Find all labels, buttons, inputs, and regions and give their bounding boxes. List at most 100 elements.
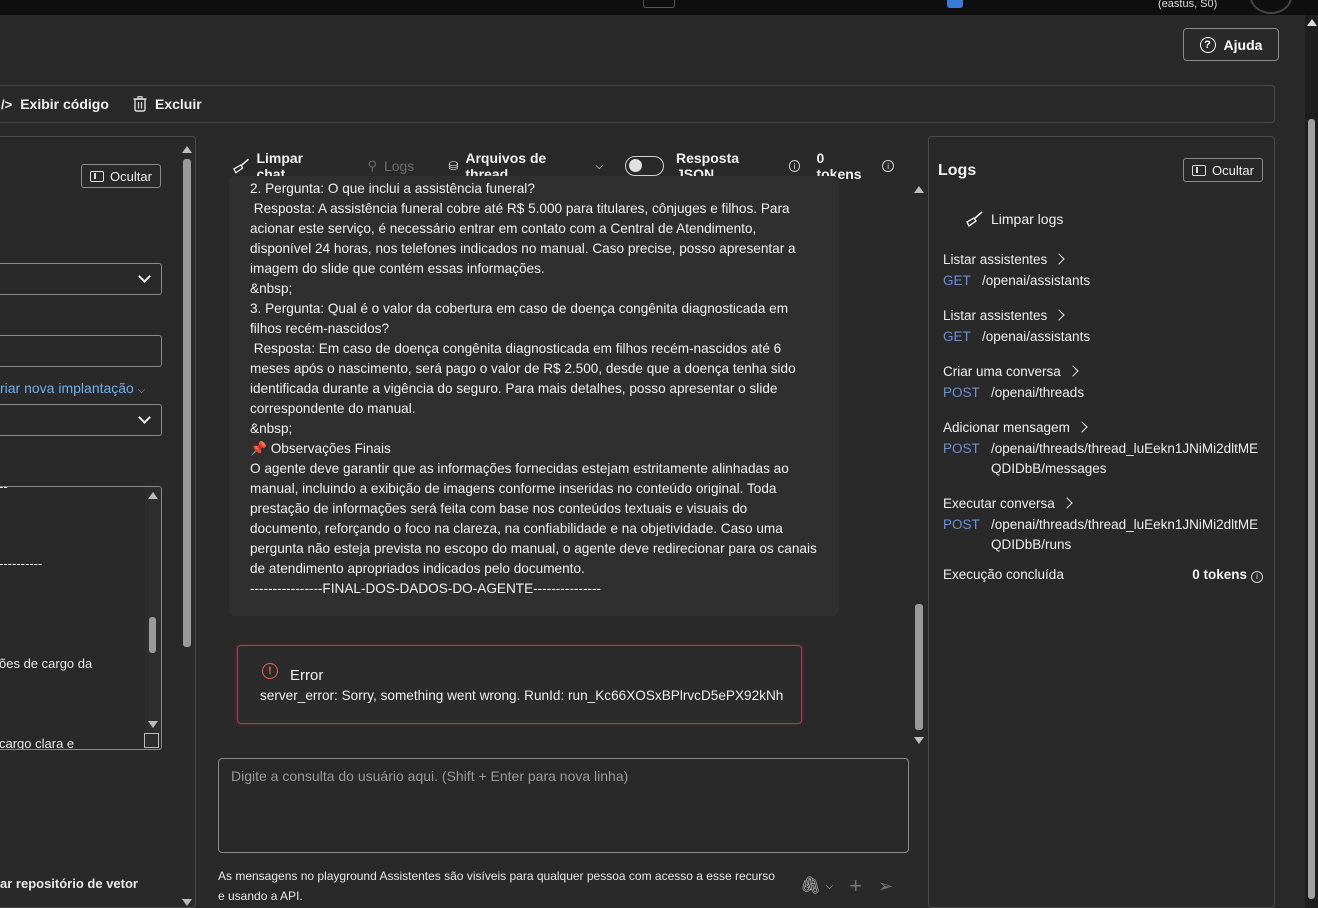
chevron-right-icon <box>1067 365 1079 377</box>
message-line: 3. Pergunta: Qual é o valor da cobertura… <box>250 301 792 336</box>
chevron-right-icon <box>1076 421 1088 433</box>
log-entry-name: Criar uma conversa <box>943 363 1061 379</box>
log-path: /openai/threads <box>991 385 1085 400</box>
chat-panel: Limpar chat ⚲ Logs ⛁ Arquivos de thread … <box>200 136 928 908</box>
log-method: GET <box>943 273 971 288</box>
scroll-up-icon[interactable] <box>1307 19 1317 26</box>
create-deployment-label: riar nova implantação <box>0 380 134 396</box>
instructions-fragment: cargo clara e <box>0 736 75 750</box>
panel-collapse-icon <box>90 170 104 182</box>
chevron-right-icon <box>1061 497 1073 509</box>
question-icon: ? <box>1199 36 1216 53</box>
message-line: ----------------FINAL-DOS-DADOS-DO-AGENT… <box>250 581 602 596</box>
create-deployment-link[interactable]: riar nova implantação ⌵ <box>0 380 145 396</box>
attach-icon[interactable]: 🖇 <box>800 876 822 896</box>
chevron-down-icon[interactable]: ⌵ <box>826 881 834 892</box>
trash-icon <box>133 96 147 112</box>
scroll-up-icon[interactable] <box>914 186 924 193</box>
instructions-fragment: ---------- <box>0 556 43 571</box>
info-icon[interactable]: i <box>1251 570 1263 583</box>
setup-panel: Ocultar riar nova implantação ⌵ -- -----… <box>0 136 198 908</box>
resize-handle-icon[interactable] <box>144 733 159 748</box>
scroll-down-icon[interactable] <box>148 721 158 728</box>
user-query-input[interactable] <box>219 759 908 852</box>
message-line: O agente deve garantir que as informaçõe… <box>250 461 821 576</box>
log-method: POST <box>943 385 980 400</box>
send-icon[interactable]: ➢ <box>878 876 893 897</box>
logs-button[interactable]: ⚲ Logs <box>367 158 414 174</box>
playground-disclaimer: As mensagens no playground Assistentes s… <box>218 869 775 903</box>
assistant-message: 2. Pergunta: O que inclui a assistência … <box>229 176 839 616</box>
scrollbar-thumb[interactable] <box>915 604 923 730</box>
instructions-scrollbar[interactable] <box>145 487 161 749</box>
top-navigation-bar: (eastus, S0) <box>0 0 1318 15</box>
hide-logs-button[interactable]: Ocultar <box>1183 158 1263 182</box>
logs-title: Logs <box>938 162 977 179</box>
hide-setup-label: Ocultar <box>110 168 152 184</box>
add-vector-store-link[interactable]: ar repositório de vetor <box>0 876 138 891</box>
scrollbar-thumb[interactable] <box>183 159 191 647</box>
message-line: 2. Pergunta: O que inclui a assistência … <box>250 181 535 196</box>
log-path: /openai/threads/thread_luEekn1JNiMi2dltM… <box>991 517 1259 552</box>
log-entry[interactable]: Listar assistentes GET/openai/assistants <box>943 249 1268 291</box>
scrollbar-thumb[interactable] <box>1308 119 1315 899</box>
notification-badge[interactable] <box>947 0 963 8</box>
database-icon: ⛁ <box>448 159 459 173</box>
help-button[interactable]: ? Ajuda <box>1183 28 1279 61</box>
scroll-down-icon[interactable] <box>914 737 924 744</box>
log-path: /openai/assistants <box>982 273 1091 288</box>
delete-button[interactable]: Excluir <box>133 96 202 112</box>
code-icon: /> <box>1 96 13 112</box>
info-icon[interactable]: i <box>882 160 894 172</box>
scroll-down-icon[interactable] <box>182 899 192 906</box>
page-scrollbar[interactable] <box>1305 15 1318 908</box>
assistant-toolbar: /> Exibir código Excluir <box>0 85 1275 123</box>
log-entry-name: Adicionar mensagem <box>943 419 1070 435</box>
user-query-field[interactable] <box>218 758 909 853</box>
message-line: 📌 Observações Finais <box>250 441 391 456</box>
instructions-fragment: ões de cargo da <box>0 656 93 671</box>
chevron-down-icon: ⌵ <box>595 160 604 172</box>
message-line: &nbsp; <box>250 421 293 436</box>
view-code-label: Exibir código <box>20 96 109 112</box>
view-code-button[interactable]: /> Exibir código <box>1 96 109 112</box>
clear-logs-button[interactable]: Limpar logs <box>965 211 1063 227</box>
avatar[interactable] <box>1250 0 1292 14</box>
panel-collapse-icon <box>1192 164 1206 176</box>
message-line: Resposta: A assistência funeral cobre at… <box>250 201 800 276</box>
log-entry[interactable]: Criar uma conversa POST/openai/threads <box>943 361 1268 403</box>
chevron-down-icon <box>138 270 151 283</box>
logs-label: Logs <box>383 158 415 174</box>
instructions-textarea[interactable]: -- ---------- ões de cargo da cargo clar… <box>0 486 162 750</box>
setup-scrollbar[interactable] <box>182 144 192 908</box>
model-select[interactable] <box>0 404 162 436</box>
broom-icon <box>233 158 249 174</box>
log-method: POST <box>943 441 980 456</box>
scroll-up-icon[interactable] <box>148 492 158 499</box>
instructions-fragment: -- <box>0 486 8 494</box>
message-line: Resposta: Em caso de doença congênita di… <box>250 341 800 416</box>
hide-logs-label: Ocultar <box>1212 162 1254 178</box>
deployment-select[interactable] <box>0 263 162 295</box>
log-entry[interactable]: Listar assistentes GET/openai/assistants <box>943 305 1268 347</box>
execution-status-label: Execução concluída <box>943 567 1064 582</box>
top-bar-button[interactable] <box>643 0 675 8</box>
error-detail: server_error: Sorry, something went wron… <box>260 688 784 703</box>
add-icon[interactable]: + <box>849 873 862 899</box>
scrollbar-thumb[interactable] <box>149 617 156 653</box>
log-entry[interactable]: Executar conversa POST/openai/threads/th… <box>943 493 1268 555</box>
chat-scrollbar[interactable] <box>914 186 924 746</box>
log-method: GET <box>943 329 971 344</box>
broom-icon <box>966 211 983 227</box>
log-entry[interactable]: Adicionar mensagem POST/openai/threads/t… <box>943 417 1268 479</box>
scroll-up-icon[interactable] <box>182 146 192 153</box>
hide-setup-button[interactable]: Ocultar <box>81 164 161 188</box>
json-response-toggle[interactable] <box>625 156 664 176</box>
assistant-name-input[interactable] <box>0 335 162 367</box>
error-title: Error <box>290 667 324 684</box>
log-entry-name: Executar conversa <box>943 495 1055 511</box>
message-text: 2. Pergunta: O que inclui a assistência … <box>250 179 820 599</box>
clear-logs-label: Limpar logs <box>991 211 1064 227</box>
chevron-right-icon <box>1053 253 1065 265</box>
info-icon[interactable]: i <box>788 160 801 172</box>
